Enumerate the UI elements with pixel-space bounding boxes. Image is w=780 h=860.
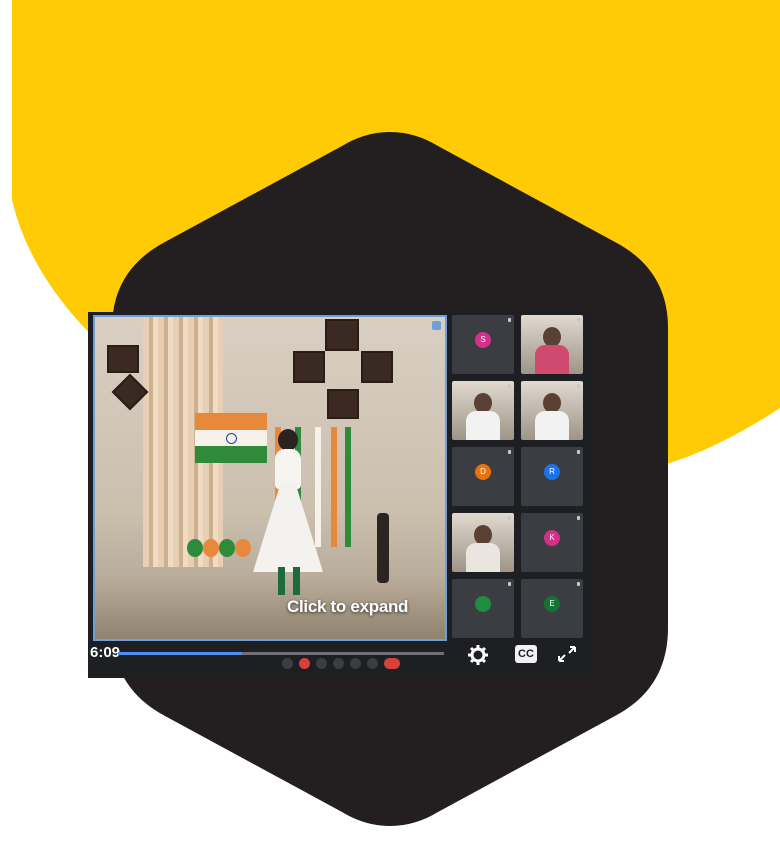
participant-avatar: E (544, 596, 560, 612)
streamer (315, 427, 321, 547)
pin-icon[interactable] (432, 321, 441, 330)
wall-picture (327, 389, 359, 419)
participant-body (466, 543, 500, 572)
mic-icon (508, 384, 511, 388)
main-video[interactable]: Click to expand (93, 315, 447, 641)
participant-tile[interactable]: K (521, 513, 583, 572)
participant-video (543, 327, 561, 347)
meeting-toolbar (282, 658, 400, 669)
mic-icon (508, 450, 511, 454)
dancer-head (278, 429, 298, 451)
participant-tile[interactable] (452, 381, 514, 440)
participant-tile[interactable] (521, 315, 583, 374)
streamer (345, 427, 351, 547)
mic-icon (577, 582, 580, 586)
mic-icon (577, 450, 580, 454)
captions-icon[interactable] (333, 658, 344, 669)
streamer (331, 427, 337, 547)
participant-avatar: R (544, 464, 560, 480)
lamp (377, 513, 389, 583)
wall-picture (293, 351, 325, 383)
participant-tile[interactable] (452, 513, 514, 572)
progress-fill (118, 652, 242, 655)
indian-flag (195, 413, 267, 463)
progress-bar[interactable] (118, 652, 444, 655)
end-call-icon[interactable] (384, 658, 400, 669)
participant-avatar: D (475, 464, 491, 480)
meeting-window: Click to expand 6:09 CC S D R K E (88, 312, 593, 678)
participant-tile[interactable] (521, 381, 583, 440)
mic-icon (577, 516, 580, 520)
participant-video (474, 393, 492, 413)
participant-body (466, 411, 500, 440)
mic-icon (508, 516, 511, 520)
participant-avatar: K (544, 530, 560, 546)
participant-body (535, 411, 569, 440)
participant-video (474, 525, 492, 545)
click-to-expand-label[interactable]: Click to expand (287, 597, 408, 617)
dancer-dress (253, 482, 323, 572)
wall-picture (361, 351, 393, 383)
balloon (219, 539, 235, 557)
more-icon[interactable] (367, 658, 378, 669)
wall-picture (107, 345, 139, 373)
captions-button[interactable]: CC (515, 645, 537, 663)
participant-tile[interactable]: E (521, 579, 583, 638)
hand-icon[interactable] (282, 658, 293, 669)
participant-tile[interactable]: S (452, 315, 514, 374)
participant-avatar: S (475, 332, 491, 348)
participant-tile[interactable] (452, 579, 514, 638)
balloon (187, 539, 203, 557)
present-icon[interactable] (350, 658, 361, 669)
gear-icon[interactable] (468, 645, 488, 665)
wall-picture (325, 319, 359, 351)
dancer-leg (278, 567, 285, 595)
camera-icon[interactable] (316, 658, 327, 669)
balloon (235, 539, 251, 557)
dancer-leg (293, 567, 300, 595)
participant-tile[interactable]: D (452, 447, 514, 506)
participant-video (543, 393, 561, 413)
participant-avatar (475, 596, 491, 612)
mic-icon (508, 318, 511, 322)
mic-icon (508, 582, 511, 586)
expand-arrows-icon[interactable] (558, 646, 576, 662)
elapsed-time: 6:09 (90, 644, 121, 661)
mic-off-icon[interactable] (299, 658, 310, 669)
participant-tile[interactable]: R (521, 447, 583, 506)
mic-icon (577, 318, 580, 322)
mic-icon (577, 384, 580, 388)
balloon (203, 539, 219, 557)
participant-body (535, 345, 569, 374)
